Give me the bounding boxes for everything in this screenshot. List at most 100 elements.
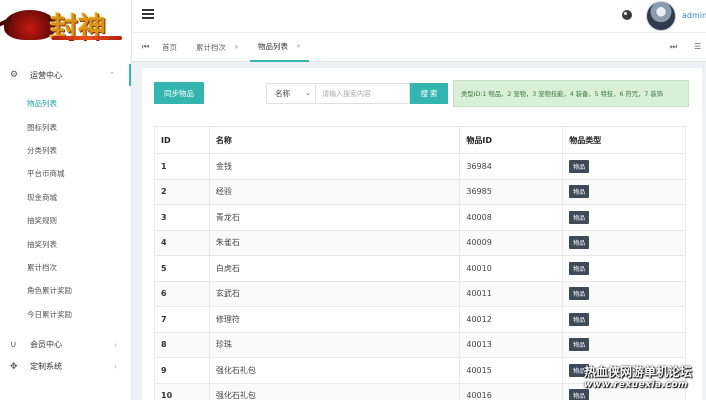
- column-header-name[interactable]: 名称: [208, 126, 461, 154]
- sidebar-item-role-rewards[interactable]: 角色累计奖励: [0, 279, 131, 302]
- close-icon[interactable]: ✕: [296, 43, 301, 50]
- menu-toggle-icon[interactable]: [142, 9, 154, 19]
- menu-group-custom-system[interactable]: ✥ 定制系统 ›: [0, 356, 131, 378]
- cell-name: 珍珠: [208, 331, 461, 358]
- item-type-badge: 物品: [569, 185, 590, 199]
- logo-crab-image: [4, 10, 56, 40]
- sidebar-item-lottery-rules[interactable]: 抽奖规则: [0, 209, 131, 232]
- cell-item-type: 物品: [562, 255, 686, 282]
- search-button[interactable]: 搜 索: [410, 83, 448, 104]
- cell-name: 强化石礼包: [208, 382, 461, 400]
- tab-cumulative-tiers[interactable]: 累计档次 ✕: [196, 33, 239, 62]
- table-row[interactable]: 8 珍珠 40013 物品: [154, 331, 686, 358]
- table-row[interactable]: 1 金钱 36984 物品: [154, 153, 686, 180]
- search-input[interactable]: [316, 83, 410, 104]
- tab-scroll-left-icon[interactable]: ⏮: [142, 42, 149, 52]
- chevron-right-icon: ›: [114, 340, 117, 349]
- cell-item-id: 40016: [459, 382, 564, 400]
- tab-label: 物品列表: [258, 42, 288, 51]
- select-value: 名称: [275, 89, 290, 98]
- table-row[interactable]: 2 经验 36985 物品: [154, 178, 686, 205]
- cell-item-type: 物品: [562, 178, 686, 205]
- cell-item-type: 物品: [562, 204, 686, 231]
- cell-id: 3: [154, 204, 210, 231]
- topbar: admin: [132, 0, 706, 32]
- items-table: ID 名称 物品ID 物品类型 1 金钱 36984 物品 2 经验 36985 物品 3 青龙石…: [154, 126, 686, 400]
- cell-item-type: 物品: [562, 306, 686, 333]
- username[interactable]: admin: [682, 11, 706, 20]
- menu-group-members[interactable]: ∪ 会员中心 ›: [0, 334, 131, 356]
- type-id-notice: 类型ID:1 物品，2 宠物，3 宠物技能，4 装备，5 特技，6 符咒，7 装…: [453, 80, 689, 107]
- cell-item-type: 物品: [562, 153, 686, 180]
- cell-item-type: 物品: [562, 229, 686, 256]
- item-type-badge: 物品: [569, 261, 590, 275]
- table-row[interactable]: 4 朱雀石 40009 物品: [154, 229, 686, 256]
- cell-item-id: 40013: [459, 331, 564, 358]
- cell-id: 7: [154, 306, 210, 333]
- column-header-item-type[interactable]: 物品类型: [562, 126, 686, 154]
- logo[interactable]: 封神: [0, 0, 131, 50]
- menu-group-label: 定制系统: [30, 362, 62, 372]
- sidebar-item-coin-mall[interactable]: 平台币商城: [0, 162, 131, 185]
- sidebar-item-cash-mall[interactable]: 现金商城: [0, 186, 131, 209]
- chevron-right-icon: ›: [114, 362, 117, 371]
- close-icon[interactable]: ✕: [234, 44, 239, 51]
- table-row[interactable]: 5 白虎石 40010 物品: [154, 255, 686, 282]
- cell-id: 8: [154, 331, 210, 358]
- menu-group-label: 运营中心: [30, 70, 62, 80]
- cell-item-id: 36984: [459, 153, 564, 180]
- logo-ribbon: [52, 36, 122, 40]
- tab-item-list[interactable]: 物品列表 ✕: [250, 33, 310, 62]
- cell-item-type: 物品: [562, 280, 686, 307]
- palette-icon[interactable]: [622, 10, 632, 20]
- cell-id: 2: [154, 178, 210, 205]
- item-type-badge: 物品: [569, 210, 590, 224]
- menu-group-operations[interactable]: ⚙ 运营中心 ⌃: [0, 64, 131, 86]
- sync-items-button[interactable]: 同步物品: [154, 82, 204, 104]
- sidebar-item-cumulative-tiers[interactable]: 累计档次: [0, 256, 131, 279]
- watermark: 热血侠网游单机论坛 www.rexuexia.com: [584, 366, 706, 392]
- cell-item-id: 40008: [459, 204, 564, 231]
- tab-home[interactable]: 首页: [162, 33, 177, 62]
- cell-name: 金钱: [208, 153, 461, 180]
- cell-id: 9: [154, 357, 210, 384]
- table-row[interactable]: 7 修理符 40012 物品: [154, 306, 686, 333]
- sidebar-item-lottery-list[interactable]: 抽奖列表: [0, 232, 131, 255]
- sidebar-item-today-rewards[interactable]: 今日累计奖励: [0, 303, 131, 326]
- content-panel: 同步物品 名称 ⌄ 搜 索 类型ID:1 物品，2 宠物，3 宠物技能，4 装备…: [142, 68, 702, 400]
- avatar[interactable]: [646, 1, 676, 31]
- tab-scroll-right-icon[interactable]: ⏭: [670, 42, 677, 52]
- table-row[interactable]: 3 青龙石 40008 物品: [154, 204, 686, 231]
- cell-item-id: 40015: [459, 357, 564, 384]
- tab-options-icon[interactable]: ☰: [694, 42, 701, 51]
- chevron-up-icon: ⌃: [109, 71, 115, 79]
- menu-group-label: 会员中心: [30, 340, 62, 350]
- cell-item-id: 40012: [459, 306, 564, 333]
- cell-item-id: 40010: [459, 255, 564, 282]
- column-header-item-id[interactable]: 物品ID: [459, 126, 564, 154]
- cell-name: 玄武石: [208, 280, 461, 307]
- logo-mark: 封神: [4, 8, 124, 44]
- tab-label: 累计档次: [196, 43, 226, 52]
- chevron-down-icon: ⌄: [305, 89, 311, 97]
- item-type-badge: 物品: [569, 159, 590, 173]
- sidebar-item-items[interactable]: 物品列表: [0, 92, 131, 115]
- gear-icon: ⚙: [10, 70, 19, 80]
- search-field-select[interactable]: 名称 ⌄: [266, 83, 316, 104]
- cell-id: 1: [154, 153, 210, 180]
- item-type-badge: 物品: [569, 312, 590, 326]
- cell-item-id: 36985: [459, 178, 564, 205]
- sidebar-item-icons[interactable]: 图标列表: [0, 115, 131, 138]
- cell-id: 6: [154, 280, 210, 307]
- sidebar: 封神 ⚙ 运营中心 ⌃ 物品列表 图标列表 分类列表 平台币商城 现金商城 抽奖…: [0, 0, 132, 400]
- sidebar-item-categories[interactable]: 分类列表: [0, 139, 131, 162]
- column-header-id[interactable]: ID: [154, 126, 210, 154]
- table-row[interactable]: 6 玄武石 40011 物品: [154, 280, 686, 307]
- sidebar-menu: ⚙ 运营中心 ⌃ 物品列表 图标列表 分类列表 平台币商城 现金商城 抽奖规则 …: [0, 50, 131, 378]
- cell-name: 朱雀石: [208, 229, 461, 256]
- gamepad-icon: ✥: [10, 361, 18, 372]
- cell-name: 青龙石: [208, 204, 461, 231]
- cell-name: 白虎石: [208, 255, 461, 282]
- item-type-badge: 物品: [569, 236, 590, 250]
- cell-name: 经验: [208, 178, 461, 205]
